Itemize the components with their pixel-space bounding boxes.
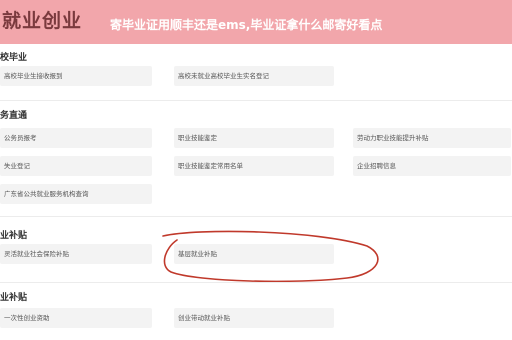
section-title-startup: 业补贴 bbox=[0, 293, 28, 303]
service-item[interactable]: 高校毕业生接收报到 bbox=[0, 66, 152, 86]
page-title: 就业创业 bbox=[2, 10, 83, 32]
article-headline: 寄毕业证用顺丰还是ems,毕业证拿什么邮寄好看点 bbox=[110, 18, 383, 32]
hand-drawn-circle-annotation bbox=[162, 230, 379, 283]
service-item[interactable]: 一次性创业资助 bbox=[0, 308, 152, 328]
section-title-graduates: 校毕业 bbox=[0, 53, 28, 63]
section-title-services: 务直通 bbox=[0, 111, 28, 121]
service-item[interactable]: 广东省公共就业服务机构查询 bbox=[0, 184, 152, 204]
section-divider bbox=[0, 282, 512, 283]
section-title-subsidies: 业补贴 bbox=[0, 231, 28, 241]
service-item[interactable]: 高校未就业高校毕业生实名登记 bbox=[174, 66, 334, 86]
service-item[interactable]: 劳动力职业技能提升补贴 bbox=[353, 128, 511, 148]
service-item[interactable]: 公务员报考 bbox=[0, 128, 152, 148]
service-item[interactable]: 企业招聘信息 bbox=[353, 156, 511, 176]
service-item[interactable]: 失业登记 bbox=[0, 156, 152, 176]
section-divider bbox=[0, 100, 512, 101]
service-item[interactable]: 灵活就业社会保险补贴 bbox=[0, 244, 152, 264]
service-item[interactable]: 创业带动就业补贴 bbox=[174, 308, 334, 328]
service-item[interactable]: 职业技能鉴定常用名单 bbox=[174, 156, 334, 176]
service-item[interactable]: 职业技能鉴定 bbox=[174, 128, 334, 148]
section-divider bbox=[0, 216, 512, 217]
